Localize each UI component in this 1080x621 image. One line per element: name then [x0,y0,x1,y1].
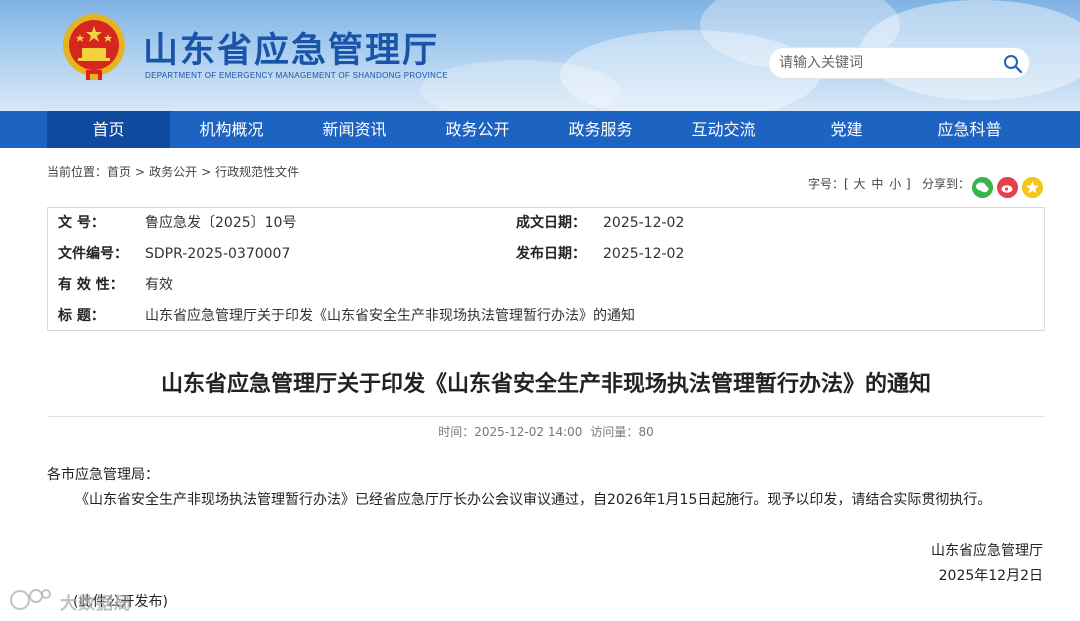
font-size-tools: 字号：[ 大 中 小 ] [808,177,911,191]
nav-item-party[interactable]: 党建 [785,111,908,148]
breadcrumb-gov-open[interactable]: 政务公开 [149,165,197,179]
signature-org: 山东省应急管理厅 [931,543,1043,559]
favorite-icon[interactable] [1022,177,1043,198]
site-title: 山东省应急管理厅 [143,31,440,71]
nav-item-org[interactable]: 机构概况 [170,111,293,148]
meta-row: 文 号： 鲁应急发〔2025〕10号 成文日期： 2025-12-02 [48,208,1044,239]
views-value: 80 [638,425,654,439]
signature-date: 2025年12月2日 [938,568,1043,584]
validity-label: 有 效 性： [58,277,124,293]
time-value: 2025-12-02 14:00 [474,425,583,439]
meta-row: 文件编号： SDPR-2025-0370007 发布日期： 2025-12-02 [48,239,1044,270]
breadcrumb-prefix: 当前位置： [47,165,108,179]
published-date-value: 2025-12-02 [603,246,685,262]
search-icon[interactable] [1003,54,1023,74]
national-emblem-icon [63,14,125,80]
views-label: 访问量： [590,425,639,439]
title-label: 标 题： [58,308,105,324]
time-label: 时间： [438,425,475,439]
meta-row: 标 题： 山东省应急管理厅关于印发《山东省安全生产非现场执法管理暂行办法》的通知 [48,301,1044,332]
nav-item-interaction[interactable]: 互动交流 [662,111,785,148]
salutation: 各市应急管理局： [47,467,159,483]
breadcrumb-home[interactable]: 首页 [107,165,131,179]
nav-item-news[interactable]: 新闻资讯 [293,111,416,148]
search-input[interactable] [779,48,989,78]
created-date-label: 成文日期： [516,215,586,231]
breadcrumb-regulations[interactable]: 行政规范性文件 [215,165,299,179]
nav-item-gov-open[interactable]: 政务公开 [416,111,539,148]
font-size-label: 字号： [808,177,845,191]
article-title: 山东省应急管理厅关于印发《山东省安全生产非现场执法管理暂行办法》的通知 [160,372,931,397]
file-code-value: SDPR-2025-0370007 [145,246,291,262]
nav-item-home[interactable]: 首页 [47,111,170,148]
share-label: 分享到： [922,177,971,191]
font-size-large[interactable]: 大 [854,177,866,191]
article-info: 时间：2025-12-02 14:00 访问量：80 [0,423,1080,440]
created-date-value: 2025-12-02 [603,215,685,231]
nav-item-science[interactable]: 应急科普 [908,111,1031,148]
breadcrumb-separator: > [201,165,212,179]
search-box [768,47,1030,79]
doc-number-label: 文 号： [58,215,105,231]
title-value: 山东省应急管理厅关于印发《山东省安全生产非现场执法管理暂行办法》的通知 [145,308,635,324]
watermark-logo-icon [10,589,51,610]
validity-value: 有效 [145,277,173,293]
weibo-icon[interactable] [997,177,1018,198]
watermark: 大数据局 [8,585,148,615]
published-date-label: 发布日期： [516,246,586,262]
body-paragraph: 《山东省安全生产非现场执法管理暂行办法》已经省应急厅厅长办公会议审议通过，自20… [75,492,992,508]
font-size-small[interactable]: 小 [889,177,901,191]
document-meta-table: 文 号： 鲁应急发〔2025〕10号 成文日期： 2025-12-02 文件编号… [47,207,1045,331]
font-size-medium[interactable]: 中 [871,177,883,191]
file-code-label: 文件编号： [58,246,128,262]
breadcrumb: 当前位置：首页 > 政务公开 > 行政规范性文件 [47,163,299,180]
watermark-text: 大数据局 [60,594,132,614]
site-subtitle: DEPARTMENT OF EMERGENCY MANAGEMENT OF SH… [145,71,448,80]
nav-item-gov-service[interactable]: 政务服务 [539,111,662,148]
wechat-icon[interactable] [972,177,993,198]
doc-number-value: 鲁应急发〔2025〕10号 [145,215,297,231]
main-nav: 首页 机构概况 新闻资讯 政务公开 政务服务 互动交流 党建 应急科普 [0,111,1080,148]
site-header: 山东省应急管理厅 DEPARTMENT OF EMERGENCY MANAGEM… [0,0,1080,111]
divider [47,416,1045,417]
meta-row: 有 效 性： 有效 [48,270,1044,301]
breadcrumb-separator: > [135,165,146,179]
